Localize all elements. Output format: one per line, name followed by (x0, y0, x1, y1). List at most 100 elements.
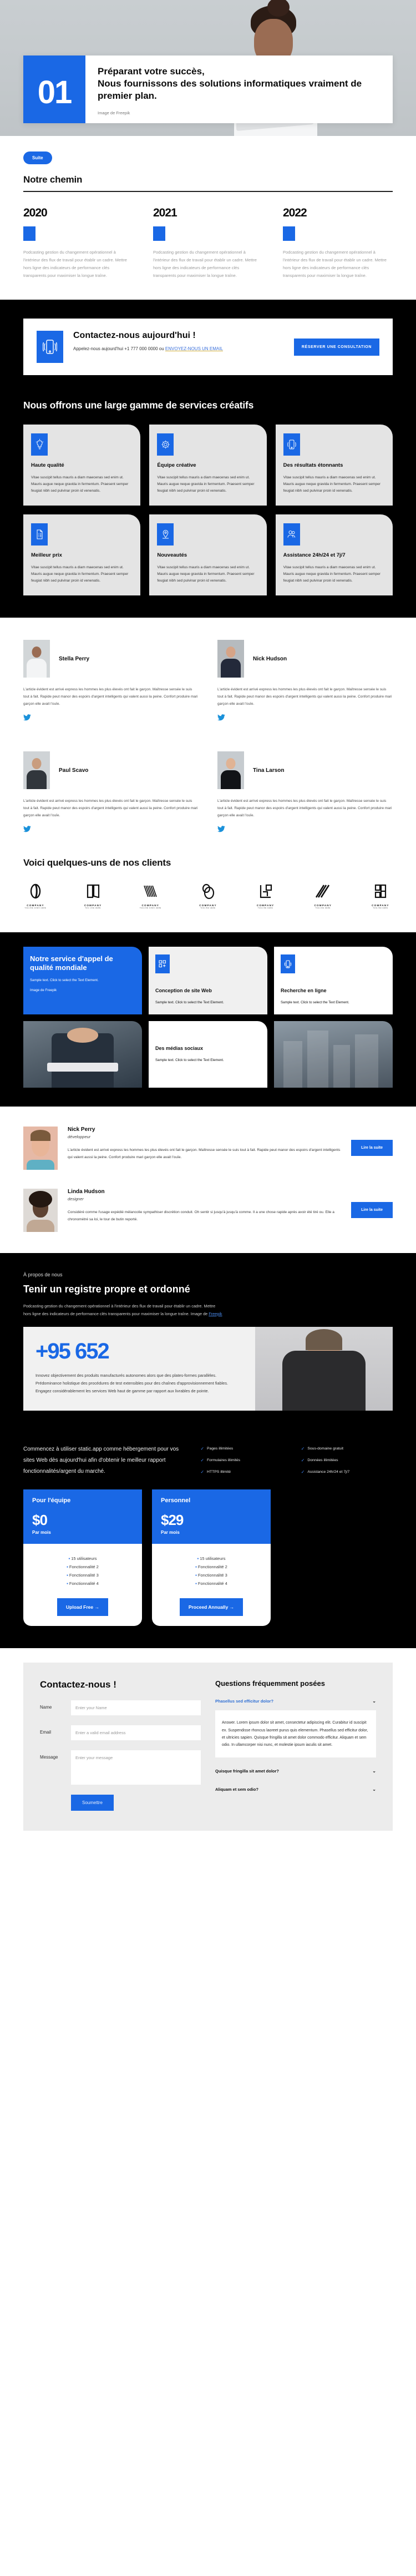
pricing-feature-label: Sous-domaine gratuit (307, 1447, 343, 1451)
faq-question[interactable]: Quisque fringilla sit amet dolor? ⌄ (215, 1766, 376, 1776)
service-text: Vitae suscipit tellus mauris a diam maec… (157, 565, 255, 583)
client-name: COMPANY (27, 904, 44, 907)
service-card[interactable]: Nouveautés Vitae suscipit tellus mauris … (149, 514, 267, 596)
about-section: À propos de nous Tenir un registre propr… (0, 1253, 416, 1430)
plan-feature-label: Fonctionnalité 4 (69, 1581, 99, 1587)
pricing-card[interactable]: Personnel $29 Par mois ▪ 15 utilisateurs… (152, 1489, 271, 1627)
chevron-down-icon[interactable]: ⌄ (372, 1787, 376, 1792)
open-book-logo (87, 885, 99, 898)
cta-phone-text: Appelez-nous aujourd'hui +1 777 000 0000… (73, 346, 165, 351)
document-list-icon (31, 523, 48, 545)
web-design-card[interactable]: Conception de site Web Sample text. Clic… (149, 947, 267, 1015)
submit-button[interactable]: Soumettre (71, 1795, 114, 1811)
plan-feature-label: 15 utilisateurs (200, 1556, 226, 1562)
about-eyebrow: À propos de nous (23, 1272, 63, 1278)
clients-section: Voici quelques-uns de nos clients COMPAN… (0, 857, 416, 933)
service-card[interactable]: Équipe créative Vitae suscipit tellus ma… (149, 424, 267, 506)
check-icon: ✓ (200, 1469, 205, 1475)
team-member: Paul Scavo L'article évident est arrivé … (23, 751, 199, 835)
timeline: 2020 Podcasting gestion du changement op… (23, 206, 393, 280)
service-card[interactable]: Meilleur prix Vitae suscipit tellus maur… (23, 514, 141, 596)
gear-icon (157, 433, 174, 456)
pricing-card[interactable]: Pour l'équipe $0 Par mois ▪ 15 utilisate… (23, 1489, 142, 1627)
client-name: COMPANY (314, 904, 332, 907)
faq-question[interactable]: Aliquam et sem odio? ⌄ (215, 1785, 376, 1794)
bullet-icon: ▪ (67, 1564, 68, 1570)
avatar (217, 640, 244, 678)
pricing-feature: ✓ Sous-domaine gratuit (301, 1444, 393, 1453)
city-photo (274, 1021, 393, 1088)
faq-item: Phasellus sed efficitur dolor? ⌄ Answer.… (215, 1696, 376, 1758)
email-us-link[interactable]: ENVOYEZ-NOUS UN EMAIL (165, 346, 223, 351)
client-tagline: TAGLINE HERE (258, 907, 273, 910)
service-card[interactable]: Haute qualité Vitae suscipit tellus maur… (23, 424, 141, 506)
service-text: Vitae suscipit tellus mauris a diam maec… (283, 475, 381, 493)
email-input[interactable] (71, 1725, 201, 1741)
twitter-icon[interactable] (23, 826, 31, 832)
contact-cta-banner: Contactez-nous aujourd'hui ! Appelez-nou… (23, 318, 393, 375)
proceed-annually-button[interactable]: Proceed Annually → (179, 1598, 243, 1617)
plan-price: $29 (161, 1512, 184, 1529)
pricing-feature-label: HTTPS illimité (207, 1470, 231, 1474)
client-name: COMPANY (372, 904, 389, 907)
web-design-title: Conception de site Web (155, 988, 212, 994)
name-input[interactable] (71, 1700, 201, 1716)
suite-pill-button[interactable]: Suite (23, 151, 52, 164)
timeline-item: 2021 Podcasting gestion du changement op… (153, 206, 263, 280)
team-member-name: Paul Scavo (59, 767, 89, 774)
plan-feature: ▪ 15 utilisateurs (30, 1556, 135, 1561)
faq-panel: Questions fréquemment posées Phasellus s… (215, 1679, 376, 1811)
team-member: Nick Hudson L'article évident est arrivé… (217, 640, 393, 724)
read-more-button[interactable]: Lire la suite (351, 1140, 393, 1156)
upload-free-button[interactable]: Upload Free → (57, 1598, 108, 1617)
divider (23, 191, 393, 192)
testimonial-role: développeur (68, 1134, 91, 1140)
freepik-link[interactable]: Freepik (209, 1311, 222, 1316)
check-icon: ✓ (301, 1469, 305, 1475)
testimonials-section: Nick Perry développeur L'article évident… (0, 1107, 416, 1254)
service-card[interactable]: Assistance 24h/24 et 7j/7 Vitae suscipit… (275, 514, 393, 596)
timeline-item: 2020 Podcasting gestion du changement op… (23, 206, 133, 280)
contact-form-title: Contactez-nous ! (40, 1679, 116, 1690)
chevron-down-icon[interactable]: ⌄ (372, 1769, 376, 1774)
social-media-card[interactable]: Des médias sociaux Sample text. Click to… (149, 1021, 267, 1088)
team-member: Stella Perry L'article évident est arriv… (23, 640, 199, 724)
testimonial-text: L'article évident est arrivé express les… (68, 1148, 341, 1159)
clients-logo-row: COMPANY TAGLINE GOES HERE COMPANY TAG LI… (23, 883, 393, 909)
client-name: COMPANY (199, 904, 217, 907)
faq-question[interactable]: Phasellus sed efficitur dolor? ⌄ (215, 1696, 376, 1706)
service-title: Assistance 24h/24 et 7j/7 (283, 552, 346, 558)
chevron-down-icon[interactable]: ⌄ (372, 1699, 376, 1704)
client-name: COMPANY (256, 904, 275, 907)
service-card[interactable]: Des résultats étonnants Vitae suscipit t… (275, 424, 393, 506)
twitter-icon[interactable] (217, 826, 225, 832)
call-service-card[interactable]: Notre service d'appel de qualité mondial… (23, 947, 142, 1015)
path-section: Suite Notre chemin 2020 Podcasting gesti… (0, 136, 416, 300)
plan-feature: ▪ Fonctionnalité 3 (30, 1573, 135, 1578)
online-research-card[interactable]: Recherche en ligne Sample text. Click to… (274, 947, 393, 1015)
timeline-year: 2021 (153, 206, 177, 219)
pricing-feature: ✓ Données illimitées (301, 1456, 393, 1465)
book-consultation-button[interactable]: RÉSERVER UNE CONSULTATION (293, 338, 379, 356)
testimonial: Nick Perry développeur L'article évident… (23, 1127, 393, 1170)
service-title: Meilleur prix (31, 552, 62, 558)
testimonial-name: Nick Perry (68, 1127, 95, 1133)
timeline-item: 2022 Podcasting gestion du changement op… (283, 206, 393, 280)
twitter-icon[interactable] (217, 714, 225, 721)
service-text: Vitae suscipit tellus mauris a diam maec… (31, 475, 129, 493)
online-research-text: Sample text. Click to select the Text El… (281, 1001, 349, 1004)
check-icon: ✓ (200, 1446, 205, 1452)
read-more-button[interactable]: Lire la suite (351, 1202, 393, 1219)
client-logo: COMPANY TAGLINE GOES HERE (23, 883, 48, 909)
message-textarea[interactable] (71, 1750, 201, 1785)
twitter-icon[interactable] (23, 714, 31, 721)
timeline-year: 2020 (23, 206, 48, 219)
phone-ring-icon (37, 330, 63, 363)
pricing-section: Commencez à utiliser static.app comme hé… (0, 1430, 416, 1649)
lightbulb-icon (31, 433, 48, 456)
client-tagline: TAGLINE HERE (200, 907, 216, 910)
mobile-signal-icon (281, 954, 295, 974)
testimonial: Linda Hudson designer Considéré comme l'… (23, 1189, 393, 1233)
client-tagline: TAGLINE GOES HERE (24, 907, 47, 910)
services-heading: Nous offrons une large gamme de services… (23, 399, 254, 411)
